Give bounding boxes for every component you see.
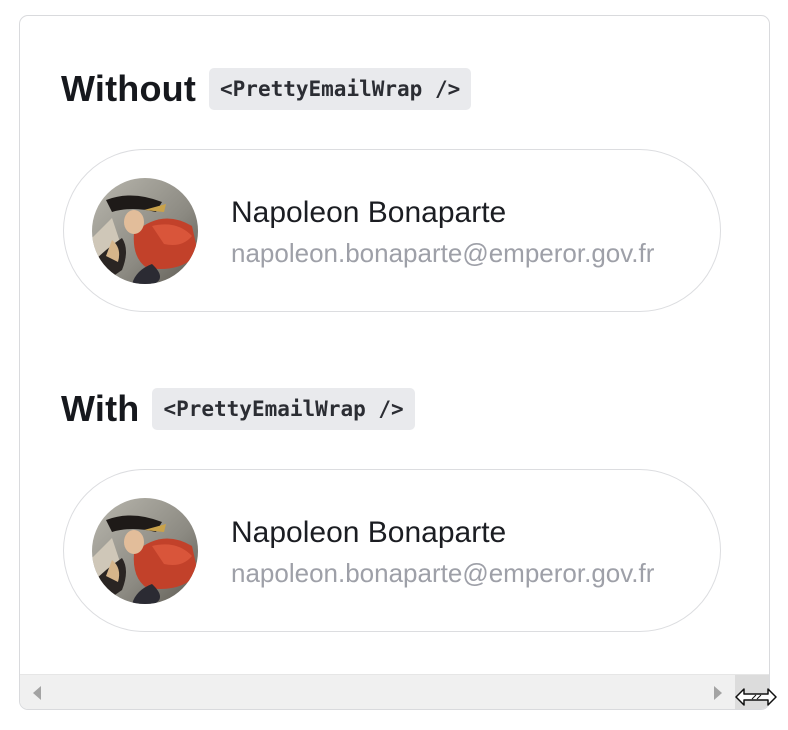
contact-name: Napoleon Bonaparte <box>231 516 507 549</box>
napoleon-portrait-icon <box>92 178 198 284</box>
scroll-right-arrow-icon[interactable] <box>714 686 722 700</box>
avatar <box>92 498 198 604</box>
scroll-left-arrow-icon[interactable] <box>33 686 41 700</box>
avatar <box>92 178 198 284</box>
contact-email: napoleon.bonaparte@emperor.gov.fr <box>231 238 655 268</box>
contact-email: napoleon.bonaparte@emperor.gov.fr <box>231 558 655 588</box>
horizontal-resize-cursor-icon <box>735 688 777 706</box>
contact-card: Napoleon Bonaparte napoleon.bonaparte@em… <box>63 149 721 312</box>
contact-name: Napoleon Bonaparte <box>231 196 507 229</box>
section-heading-without: Without <PrettyEmailWrap /> <box>61 68 472 110</box>
napoleon-portrait-icon <box>92 498 198 604</box>
heading-word: With <box>61 388 140 429</box>
contact-card: Napoleon Bonaparte napoleon.bonaparte@em… <box>63 469 721 632</box>
section-heading-with: With <PrettyEmailWrap /> <box>61 388 415 430</box>
component-code-badge: <PrettyEmailWrap /> <box>152 388 415 430</box>
heading-word: Without <box>61 68 197 109</box>
component-code-badge: <PrettyEmailWrap /> <box>209 68 472 110</box>
preview-frame: Without <PrettyEmailWrap /> Napoleon Bon… <box>19 15 770 710</box>
horizontal-scrollbar[interactable] <box>20 674 769 709</box>
